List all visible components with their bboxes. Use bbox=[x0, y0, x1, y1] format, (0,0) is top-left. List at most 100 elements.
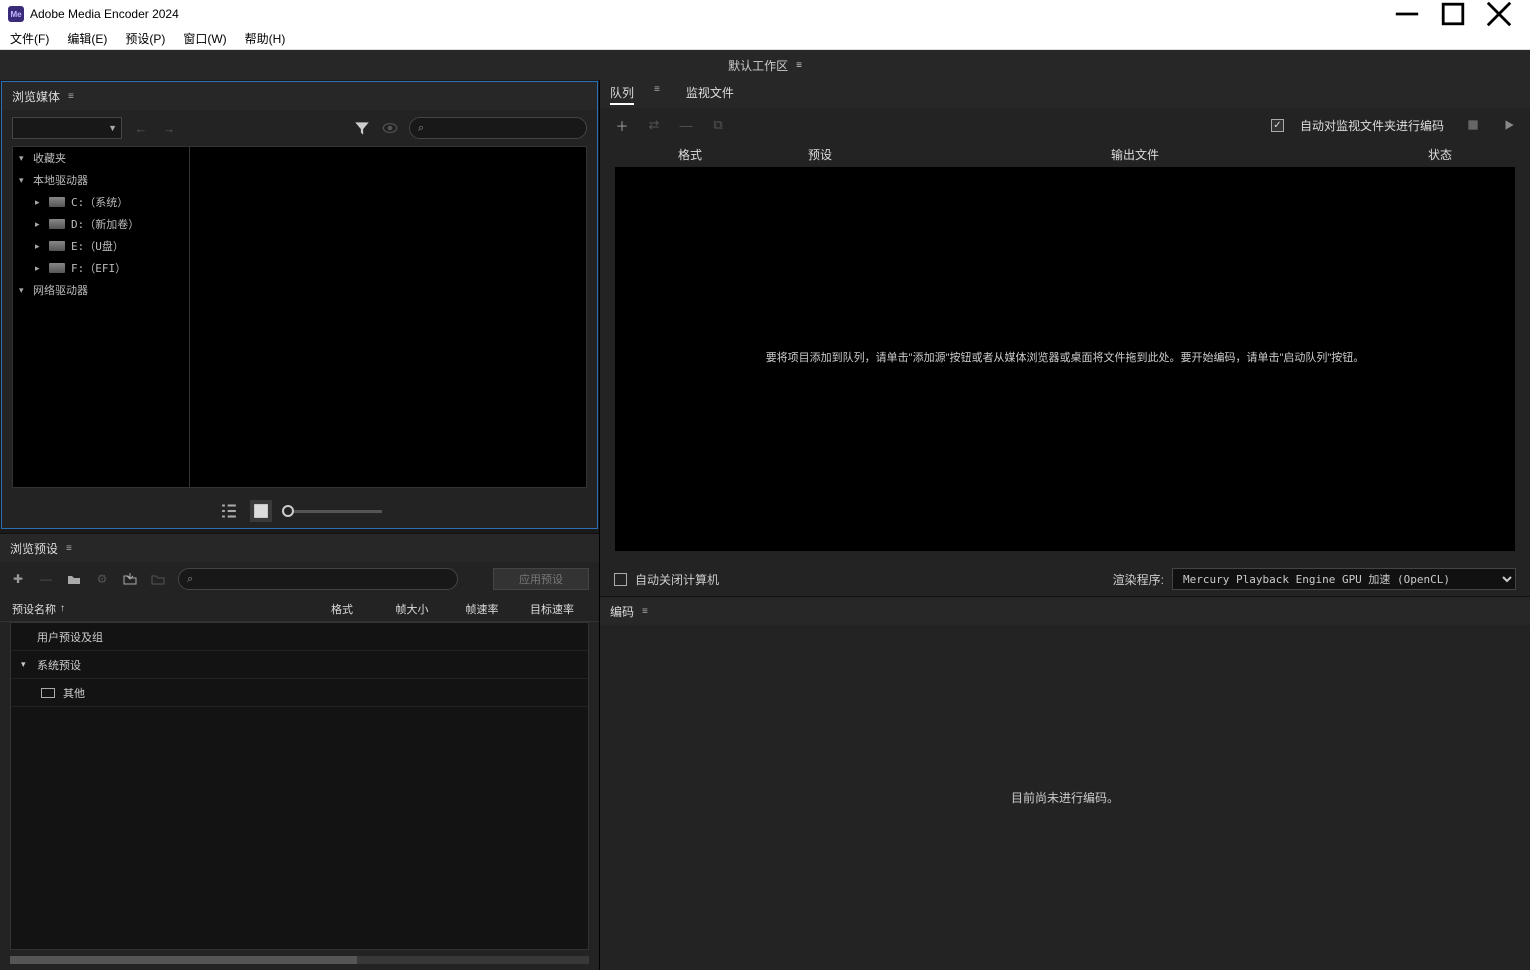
search-icon: ⌕ bbox=[418, 122, 424, 135]
export-preset-icon[interactable] bbox=[150, 571, 166, 587]
media-browser-title: 浏览媒体 bbox=[12, 88, 60, 105]
drive-icon bbox=[49, 241, 65, 251]
framesize-header[interactable]: 帧大小 bbox=[377, 601, 447, 617]
queue-headers: 格式 预设 输出文件 状态 bbox=[600, 142, 1530, 166]
app-icon: Me bbox=[8, 6, 24, 22]
breadcrumb-dropdown[interactable]: ▼ bbox=[12, 117, 122, 139]
preset-browser-panel: 浏览预设 ≡ ✚ — ⚙ ⌕ 应用预设 预设名称 ↑ 格式 帧大小 帧速率 目标速… bbox=[0, 533, 599, 970]
list-view-icon[interactable] bbox=[218, 500, 240, 522]
maximize-button[interactable] bbox=[1430, 0, 1476, 28]
renderer-select[interactable]: Mercury Playback Engine GPU 加速 (OpenCL) bbox=[1172, 568, 1516, 590]
panel-menu-icon[interactable]: ≡ bbox=[66, 543, 72, 554]
preset-system[interactable]: ▾系统预设 bbox=[11, 651, 588, 679]
tree-network-drives[interactable]: ▾网络驱动器 bbox=[13, 279, 189, 301]
menubar: 文件(F) 编辑(E) 预设(P) 窗口(W) 帮助(H) bbox=[0, 28, 1530, 50]
media-browser-panel: 浏览媒体 ≡ ▼ ← → ⌕ ▾收藏夹 ▾本地驱动器 ▸C:（系统） ▸D:（新… bbox=[1, 81, 598, 529]
preset-browser-header: 浏览预设 ≡ bbox=[0, 534, 599, 562]
col-preset: 预设 bbox=[750, 146, 890, 163]
horizontal-scrollbar[interactable] bbox=[10, 956, 589, 964]
folder-tree[interactable]: ▾收藏夹 ▾本地驱动器 ▸C:（系统） ▸D:（新加卷） ▸E:（U盘） ▸F:… bbox=[12, 146, 189, 488]
auto-encode-label: 自动对监视文件夹进行编码 bbox=[1300, 117, 1444, 134]
tree-drive-e[interactable]: ▸E:（U盘） bbox=[13, 235, 189, 257]
encode-empty-message: 目前尚未进行编码。 bbox=[1011, 789, 1119, 806]
close-button[interactable] bbox=[1476, 0, 1522, 28]
framerate-header[interactable]: 帧速率 bbox=[447, 601, 517, 617]
col-status: 状态 bbox=[1380, 146, 1500, 163]
tree-drive-d[interactable]: ▸D:（新加卷） bbox=[13, 213, 189, 235]
browser-search-input[interactable]: ⌕ bbox=[409, 117, 587, 139]
browser-content[interactable] bbox=[189, 146, 587, 488]
queue-footer: 自动关闭计算机 渲染程序: Mercury Playback Engine GP… bbox=[600, 562, 1530, 596]
auto-encode-checkbox[interactable] bbox=[1271, 119, 1284, 132]
media-browser-header: 浏览媒体 ≡ bbox=[2, 82, 597, 110]
import-preset-icon[interactable] bbox=[122, 571, 138, 587]
tab-watch-folders[interactable]: 监视文件 bbox=[686, 84, 734, 105]
browser-footer bbox=[2, 494, 597, 528]
tree-favorites[interactable]: ▾收藏夹 bbox=[13, 147, 189, 169]
menu-help[interactable]: 帮助(H) bbox=[245, 30, 286, 47]
queue-empty-message: 要将项目添加到队列，请单击"添加源"按钮或者从媒体浏览器或桌面将文件拖到此处。要… bbox=[766, 350, 1365, 368]
preset-browser-title: 浏览预设 bbox=[10, 540, 58, 557]
menu-preset[interactable]: 预设(P) bbox=[125, 30, 165, 47]
queue-panel: 队列 ≡ 监视文件 ＋ ⇄ — ⧉ 自动对监视文件夹进行编码 格式 预设 输出文… bbox=[600, 80, 1530, 596]
titlebar: Me Adobe Media Encoder 2024 bbox=[0, 0, 1530, 28]
preset-search-input[interactable]: ⌕ bbox=[178, 568, 458, 590]
tab-queue[interactable]: 队列 bbox=[610, 84, 634, 105]
remove-preset-icon[interactable]: — bbox=[38, 571, 54, 587]
encode-title: 编码 bbox=[610, 603, 634, 620]
tree-drive-f[interactable]: ▸F:（EFI） bbox=[13, 257, 189, 279]
drive-icon bbox=[49, 197, 65, 207]
targetrate-header[interactable]: 目标速率 bbox=[517, 601, 587, 617]
drive-icon bbox=[49, 263, 65, 273]
encode-body: 目前尚未进行编码。 bbox=[600, 625, 1530, 970]
format-header[interactable]: 格式 bbox=[307, 601, 377, 617]
nav-forward-icon[interactable]: → bbox=[160, 119, 178, 137]
thumbnail-view-icon[interactable] bbox=[250, 500, 272, 522]
preset-user-groups[interactable]: 用户预设及组 bbox=[11, 623, 588, 651]
search-icon: ⌕ bbox=[187, 573, 193, 586]
menu-window[interactable]: 窗口(W) bbox=[183, 30, 226, 47]
browser-toolbar: ▼ ← → ⌕ bbox=[2, 110, 597, 146]
app-title: Adobe Media Encoder 2024 bbox=[30, 7, 179, 21]
encode-header: 编码 ≡ bbox=[600, 597, 1530, 625]
menu-edit[interactable]: 编辑(E) bbox=[67, 30, 107, 47]
add-source-icon[interactable]: ＋ bbox=[614, 117, 630, 133]
renderer-label: 渲染程序: bbox=[1113, 571, 1164, 588]
tree-local-drives[interactable]: ▾本地驱动器 bbox=[13, 169, 189, 191]
filter-icon[interactable] bbox=[353, 119, 371, 137]
queue-toolbar: ＋ ⇄ — ⧉ 自动对监视文件夹进行编码 bbox=[600, 108, 1530, 142]
nav-back-icon[interactable]: ← bbox=[132, 119, 150, 137]
workspace-bar[interactable]: 默认工作区 ≡ bbox=[0, 50, 1530, 80]
queue-settings-icon[interactable]: ⇄ bbox=[646, 117, 662, 133]
new-group-icon[interactable] bbox=[66, 571, 82, 587]
minimize-button[interactable] bbox=[1384, 0, 1430, 28]
sort-arrow-icon: ↑ bbox=[60, 603, 65, 614]
monitor-icon bbox=[41, 688, 55, 698]
col-output: 输出文件 bbox=[890, 146, 1380, 163]
stop-queue-icon[interactable] bbox=[1466, 118, 1480, 132]
panel-menu-icon[interactable]: ≡ bbox=[654, 84, 660, 105]
tree-drive-c[interactable]: ▸C:（系统） bbox=[13, 191, 189, 213]
preset-list[interactable]: 用户预设及组 ▾系统预设 其他 bbox=[10, 622, 589, 950]
apply-preset-button[interactable]: 应用预设 bbox=[493, 568, 589, 590]
menu-file[interactable]: 文件(F) bbox=[10, 30, 49, 47]
drive-icon bbox=[49, 219, 65, 229]
start-queue-icon[interactable] bbox=[1502, 118, 1516, 132]
preset-other[interactable]: 其他 bbox=[11, 679, 588, 707]
preset-headers: 预设名称 ↑ 格式 帧大小 帧速率 目标速率 bbox=[0, 596, 599, 622]
visibility-icon[interactable] bbox=[381, 119, 399, 137]
auto-shutdown-label: 自动关闭计算机 bbox=[635, 571, 719, 588]
thumbnail-size-slider[interactable] bbox=[282, 510, 382, 513]
panel-menu-icon[interactable]: ≡ bbox=[642, 606, 648, 617]
auto-shutdown-checkbox[interactable] bbox=[614, 573, 627, 586]
workspace-menu-icon[interactable]: ≡ bbox=[796, 60, 802, 71]
duplicate-item-icon[interactable]: ⧉ bbox=[710, 117, 726, 133]
encode-panel: 编码 ≡ 目前尚未进行编码。 bbox=[600, 596, 1530, 970]
preset-name-header[interactable]: 预设名称 bbox=[12, 601, 56, 617]
queue-header: 队列 ≡ 监视文件 bbox=[600, 80, 1530, 108]
remove-item-icon[interactable]: — bbox=[678, 117, 694, 133]
preset-settings-icon[interactable]: ⚙ bbox=[94, 571, 110, 587]
add-preset-icon[interactable]: ✚ bbox=[10, 571, 26, 587]
panel-menu-icon[interactable]: ≡ bbox=[68, 91, 74, 102]
queue-drop-area[interactable]: 要将项目添加到队列，请单击"添加源"按钮或者从媒体浏览器或桌面将文件拖到此处。要… bbox=[614, 166, 1516, 552]
